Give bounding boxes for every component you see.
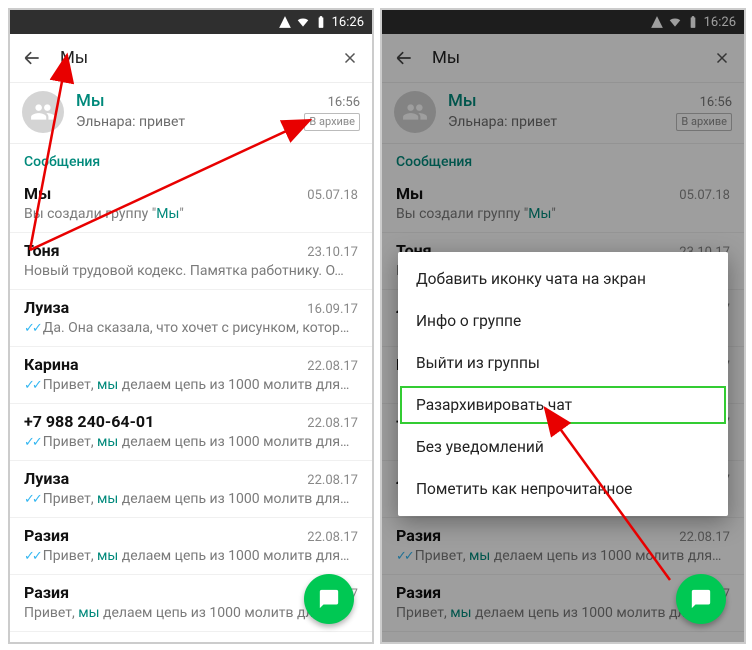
chat-row[interactable]: Мы 05.07.18 Вы создали группу "Мы" <box>10 176 372 233</box>
chat-name: Луиза <box>24 469 69 488</box>
status-time: 16:26 <box>704 15 736 30</box>
wifi-icon <box>668 15 682 29</box>
chat-preview: ✓✓Привет, мы делаем цепь из 1000 молитв … <box>396 548 730 564</box>
section-header: Сообщения <box>382 144 744 176</box>
close-icon[interactable] <box>712 48 732 68</box>
group-avatar <box>394 91 436 133</box>
chat-name: Разия <box>24 583 69 602</box>
chat-preview: ✓✓Привет, мы делаем цепь из 1000 молитв … <box>24 491 358 507</box>
wifi-icon <box>296 15 310 29</box>
group-avatar <box>22 91 64 133</box>
pinned-name: Мы <box>76 91 105 111</box>
chat-name: +7 988 240-64-01 <box>24 412 154 431</box>
chat-name: Разия <box>396 583 441 602</box>
archived-chat-result[interactable]: Мы 16:56 Эльнара: привет В архиве <box>10 83 372 144</box>
search-bar: Мы <box>382 34 744 83</box>
signal-icon <box>650 15 664 29</box>
chat-date: 22.08.17 <box>679 530 730 545</box>
context-menu: Добавить иконку чата на экранИнфо о груп… <box>398 252 728 516</box>
chat-preview: Вы создали группу "Мы" <box>396 206 730 222</box>
menu-item[interactable]: Выйти из группы <box>398 342 728 384</box>
menu-item[interactable]: Пометить как непрочитанное <box>398 468 728 510</box>
search-query[interactable]: Мы <box>432 48 460 68</box>
chat-preview: Вы создали группу "Мы" <box>24 206 358 222</box>
chat-preview: ✓✓Привет, мы делаем цепь из 1000 молитв … <box>24 377 358 393</box>
chat-preview: ✓✓Привет, мы делаем цепь из 1000 молитв … <box>24 434 358 450</box>
chat-name: Мы <box>396 184 423 203</box>
chat-name: Разия <box>24 526 69 545</box>
chat-date: 22.08.17 <box>307 359 358 374</box>
chat-name: Луиза <box>24 298 69 317</box>
new-chat-fab[interactable] <box>676 574 726 624</box>
search-bar: Мы <box>10 34 372 83</box>
chat-date: 05.07.18 <box>307 188 358 203</box>
battery-icon <box>314 15 328 29</box>
chat-date: 22.08.17 <box>307 473 358 488</box>
chat-name: Мы <box>24 184 51 203</box>
chat-name: Разия <box>396 526 441 545</box>
status-bar: 16:26 <box>10 10 372 34</box>
chat-row[interactable]: Мы 05.07.18 Вы создали группу "Мы" <box>382 176 744 233</box>
section-header: Сообщения <box>10 144 372 176</box>
chat-date: 22.08.17 <box>307 530 358 545</box>
chat-row[interactable]: ТоняНЕ ДУМАЙ О ПЛОХОМ — ЗАБОЛЕЕШЬ На Вос… <box>382 632 744 644</box>
screenshot-left: 16:26 Мы Мы 16:56 Эльнара: привет В архи… <box>8 8 374 644</box>
chat-row[interactable]: Разия 22.08.17 ✓✓Привет, мы делаем цепь из… <box>382 518 744 575</box>
chat-preview: ✓✓Да. Она сказала, что хочет с рисунком,… <box>24 320 358 336</box>
new-chat-fab[interactable] <box>304 574 354 624</box>
back-icon[interactable] <box>394 48 414 68</box>
chat-row[interactable]: Тоня 23.10.17 Новый трудовой кодекс. Памят… <box>10 233 372 290</box>
chat-date: 22.08.17 <box>307 416 358 431</box>
status-time: 16:26 <box>332 15 364 30</box>
menu-item[interactable]: Добавить иконку чата на экран <box>398 258 728 300</box>
chat-date: 16.09.17 <box>307 302 358 317</box>
chat-preview: ✓✓Привет, мы делаем цепь из 1000 молитв … <box>24 548 358 564</box>
chat-name: Тоня <box>396 640 432 644</box>
menu-item[interactable]: Разархивировать чат <box>398 384 728 426</box>
archive-badge: В архиве <box>676 113 732 131</box>
chat-row[interactable]: Разия 22.08.17 ✓✓Привет, мы делаем цепь из… <box>10 518 372 575</box>
chat-date: 23.10.17 <box>307 245 358 260</box>
pinned-time: 16:56 <box>328 95 360 110</box>
chat-list: Мы 05.07.18 Вы создали группу "Мы" Тоня 23.1… <box>10 176 372 644</box>
search-query[interactable]: Мы <box>60 48 88 68</box>
chat-row[interactable]: Карина 22.08.17 ✓✓Привет, мы делаем цепь и… <box>10 347 372 404</box>
chat-row[interactable]: +7 988 240-64-01 22.08.17 ✓✓Привет, мы дел… <box>10 404 372 461</box>
archive-badge: В архиве <box>304 113 360 131</box>
chat-row[interactable]: Луиза 16.09.17 ✓✓Да. Она сказала, что хоче… <box>10 290 372 347</box>
battery-icon <box>686 15 700 29</box>
signal-icon <box>278 15 292 29</box>
pinned-time: 16:56 <box>700 95 732 110</box>
archived-chat-result[interactable]: Мы 16:56 Эльнара: привет В архиве <box>382 83 744 144</box>
chat-row[interactable]: ТоняНЕ ДУМАЙ О ПЛОХОМ — ЗАБОЛЕЕШЬ На Вос… <box>10 632 372 644</box>
back-icon[interactable] <box>22 48 42 68</box>
status-bar: 16:26 <box>382 10 744 34</box>
chat-name: Карина <box>24 355 79 374</box>
pinned-name: Мы <box>448 91 477 111</box>
menu-item[interactable]: Инфо о группе <box>398 300 728 342</box>
close-icon[interactable] <box>340 48 360 68</box>
chat-name: Тоня <box>24 640 60 644</box>
pinned-message: Эльнара: привет <box>448 114 676 130</box>
screenshot-right: 16:26 Мы Мы 16:56 Эльнара: привет В архи… <box>380 8 746 644</box>
pinned-message: Эльнара: привет <box>76 114 304 130</box>
menu-item[interactable]: Без уведомлений <box>398 426 728 468</box>
chat-preview: Новый трудовой кодекс. Памятка работнику… <box>24 263 358 279</box>
chat-name: Тоня <box>24 241 60 260</box>
chat-date: 05.07.18 <box>679 188 730 203</box>
chat-row[interactable]: Луиза 22.08.17 ✓✓Привет, мы делаем цепь из… <box>10 461 372 518</box>
